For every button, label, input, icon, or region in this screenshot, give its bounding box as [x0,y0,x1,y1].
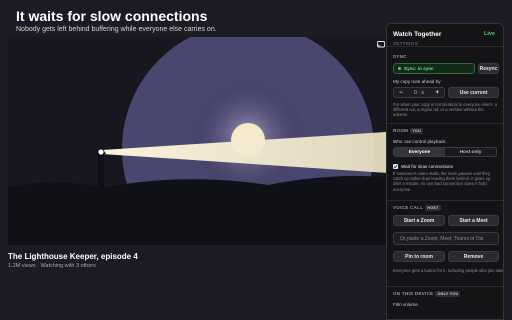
video-title[interactable]: The Lighthouse Keeper, episode 4 [8,252,138,261]
watch-together-panel: Watch Together Live SETTINGS SYNC Sync: … [386,23,504,320]
wait-label: Wait for slow connections [401,164,453,169]
wait-help-text: If someone's video stalls, the room paus… [393,171,491,192]
use-current-button[interactable]: Use current [448,87,499,98]
ahead-label: My copy runs ahead by [393,79,441,84]
control-label: Who can control playback [393,139,446,144]
room-section-label: ROOM YOU [393,128,424,134]
option-everyone[interactable]: Everyone [394,148,445,156]
live-badge: Live [483,31,495,37]
divider [387,200,503,201]
subhead: Nobody gets left behind buffering while … [16,26,217,33]
voice-section-label: VOICE CALL HOST [393,205,441,211]
cast-icon[interactable] [377,36,385,48]
sync-status-text: Sync: in sync [404,66,434,71]
offset-value: 0 · s [414,89,424,96]
divider [387,123,503,124]
checkbox-checked-icon[interactable] [393,164,398,169]
offset-stepper[interactable]: − 0 · s + [393,87,445,98]
resync-button[interactable]: Resync [478,63,499,74]
decrement-button[interactable]: − [399,90,403,96]
lighthouse-tower [98,154,104,188]
control-segmented: Everyone Host only [393,147,497,157]
device-tag: ONLY YOU [435,291,461,297]
panel-title: Watch Together [393,30,442,38]
increment-button[interactable]: + [435,90,439,96]
remove-button[interactable]: Remove [448,251,499,262]
start-zoom-button[interactable]: Start a Zoom [393,215,445,226]
sync-section-label: SYNC [393,54,407,59]
status-dot-icon [398,67,401,70]
film-volume-label: Film volume [393,302,418,307]
voice-tag: HOST [425,205,441,211]
room-tag: YOU [410,128,424,134]
divider [387,286,503,287]
sync-status: Sync: in sync [393,63,475,74]
device-section-label: ON THIS DEVICE ONLY YOU [393,291,461,297]
divider [387,46,503,47]
sync-help-text: For when your copy is not identical to e… [393,102,497,118]
option-host-only[interactable]: Host only [445,148,496,156]
lighthouse-lamp [98,149,104,155]
video-meta: 1.2M views · Watching with 3 others [8,263,96,269]
call-link-input[interactable]: Or paste a Zoom, Meet, Teams or Dis [393,232,499,245]
start-meet-button[interactable]: Start a Meet [448,215,499,226]
headline: It waits for slow connections [16,8,208,24]
pin-to-room-button[interactable]: Pin to room [393,251,445,262]
voice-help-text: Everyone gets a button for it, including… [393,268,503,273]
